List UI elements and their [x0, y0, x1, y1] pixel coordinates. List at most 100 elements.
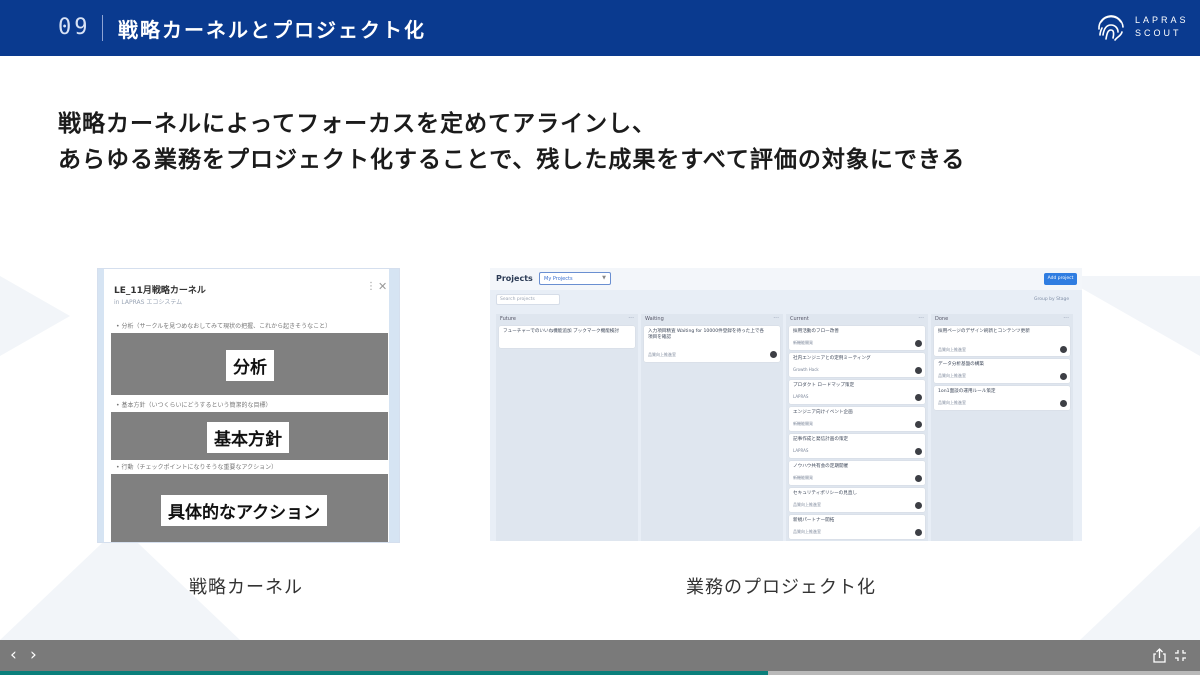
- next-slide-button[interactable]: ›: [30, 645, 37, 665]
- avatar: [1060, 346, 1067, 353]
- kernel-caption: 戦略カーネル: [189, 577, 303, 598]
- strategy-kernel-screenshot: LE_11月戦略カーネル in LAPRAS エコシステム ⋮ ✕ • 分析（サ…: [97, 268, 400, 543]
- logo-text: LAPRAS SCOUT: [1135, 14, 1189, 40]
- fullscreen-icon[interactable]: [1174, 649, 1187, 662]
- card-title: 1on1面談の運用ルール策定: [938, 389, 996, 394]
- logo-line-2: SCOUT: [1135, 28, 1182, 38]
- section-label-analysis: • 分析（サークルを見つめなおしてみて現状の把握、これから起きそうなこと）: [116, 323, 332, 330]
- card-meta: 新機能開発: [793, 475, 813, 480]
- project-card: 採用活動のフロー改善 新機能開発: [789, 326, 925, 350]
- logo-line-1: LAPRAS: [1135, 15, 1189, 25]
- project-card: 1on1面談の運用ルール策定 品質向上推進室: [934, 386, 1070, 410]
- action-tag: 具体的なアクション: [161, 495, 328, 526]
- slide-progress-bar[interactable]: [0, 671, 1200, 675]
- slide-title: 戦略カーネルとプロジェクト化: [118, 18, 426, 42]
- section-label-action: • 行動（チェックポイントになりそうな重要なアクション）: [116, 464, 278, 471]
- header-divider: [102, 15, 103, 41]
- card-meta: 品質向上推進室: [793, 529, 821, 534]
- card-title: 採用活動のフロー改善: [793, 329, 839, 334]
- kernel-doc-subtitle: in LAPRAS エコシステム: [114, 299, 183, 306]
- column-header: Waiting: [645, 316, 664, 322]
- project-card: 記事作成と発信計画の策定 LAPRAS: [789, 434, 925, 458]
- close-icon: ✕: [378, 280, 388, 293]
- project-filter-select: My Projects ▼: [539, 272, 611, 285]
- card-title: 新規パートナー開拓: [793, 518, 835, 523]
- avatar: [915, 475, 922, 482]
- card-meta: 品質向上推進室: [648, 352, 676, 357]
- card-title: プロダクト ロードマップ策定: [793, 383, 855, 388]
- card-title: 社内エンジニアとの定例ミーティング: [793, 356, 871, 361]
- more-icon: ···: [628, 315, 634, 322]
- headline: 戦略カーネルによってフォーカスを定めてアラインし、 あらゆる業務をプロジェクト化…: [58, 106, 965, 178]
- card-meta: 新機能開発: [793, 340, 813, 345]
- column-header: Current: [790, 316, 809, 322]
- share-icon[interactable]: [1152, 648, 1167, 663]
- card-title: 入力項目精査 Waiting for 10000件登録を待った上で各項目を確認: [648, 329, 765, 340]
- card-meta: LAPRAS: [793, 448, 809, 453]
- avatar: [915, 448, 922, 455]
- column-header: Done: [935, 316, 949, 322]
- analysis-block: 分析: [111, 333, 388, 395]
- avatar: [915, 421, 922, 428]
- screenshot-edge-right: [389, 269, 399, 542]
- column-header: Future: [500, 316, 516, 322]
- project-card: 入力項目精査 Waiting for 10000件登録を待った上で各項目を確認 …: [644, 326, 780, 362]
- card-title: セキュリティポリシーの見直し: [793, 491, 858, 496]
- slide-control-bar: ‹ ›: [0, 640, 1200, 675]
- card-meta: LAPRAS: [793, 394, 809, 399]
- analysis-tag: 分析: [226, 350, 274, 381]
- board-title: Projects: [496, 274, 533, 283]
- card-title: データ分析基盤の構築: [938, 362, 984, 367]
- project-filter-value: My Projects: [544, 276, 573, 282]
- card-title: 記事作成と発信計画の策定: [793, 437, 849, 442]
- card-title: 採用ページのデザイン刷新とコンテンツ更新: [938, 329, 1030, 334]
- card-title: ノウハウ共有会の定期開催: [793, 464, 849, 469]
- card-meta: Growth Hack: [793, 367, 819, 372]
- board-search-input: Search projects: [496, 294, 560, 305]
- add-project-button: Add project: [1044, 273, 1077, 285]
- card-title: エンジニア向けイベント企画: [793, 410, 853, 415]
- kernel-doc-title: LE_11月戦略カーネル: [114, 286, 206, 296]
- slide-progress-fill: [0, 671, 768, 675]
- action-block: 具体的なアクション: [111, 474, 388, 542]
- previous-slide-button[interactable]: ‹: [10, 645, 17, 665]
- project-card: データ分析基盤の構築 品質向上推進室: [934, 359, 1070, 383]
- section-label-policy: • 基本方針（いつくらいにどうするという簡潔的な目標）: [116, 402, 272, 409]
- avatar: [915, 340, 922, 347]
- avatar: [1060, 400, 1067, 407]
- project-card: 新規パートナー開拓 品質向上推進室: [789, 515, 925, 539]
- lapras-scout-logo: LAPRAS SCOUT: [1094, 10, 1186, 46]
- project-card: 採用ページのデザイン刷新とコンテンツ更新 品質向上推進室: [934, 326, 1070, 356]
- more-icon: ···: [773, 315, 779, 322]
- avatar: [915, 502, 922, 509]
- fingerprint-icon: [1098, 15, 1124, 41]
- screenshot-edge-left: [98, 269, 104, 542]
- headline-line-1: 戦略カーネルによってフォーカスを定めてアラインし、: [58, 111, 657, 137]
- project-card: プロダクト ロードマップ策定 LAPRAS: [789, 380, 925, 404]
- headline-line-2: あらゆる業務をプロジェクト化することで、残した成果をすべて評価の対象にできる: [58, 147, 966, 173]
- avatar: [770, 351, 777, 358]
- project-caption: 業務のプロジェクト化: [686, 577, 876, 598]
- board-column-waiting: Waiting ··· 入力項目精査 Waiting for 10000件登録を…: [641, 314, 783, 541]
- card-meta: 品質向上推進室: [938, 400, 966, 405]
- card-title: フューチャーでのいいね機能追加 ブックマーク機能検討: [503, 329, 619, 334]
- card-meta: 新機能開発: [793, 421, 813, 426]
- chevron-down-icon: ▼: [602, 275, 606, 281]
- slide-number: 09: [58, 15, 91, 40]
- policy-tag: 基本方針: [207, 422, 289, 453]
- card-meta: 品質向上推進室: [938, 373, 966, 378]
- project-card: ノウハウ共有会の定期開催 新機能開発: [789, 461, 925, 485]
- avatar: [915, 529, 922, 536]
- board-column-done: Done ··· 採用ページのデザイン刷新とコンテンツ更新 品質向上推進室 デー…: [931, 314, 1073, 541]
- board-column-current: Current ··· 採用活動のフロー改善 新機能開発 社内エンジニアとの定例…: [786, 314, 928, 541]
- group-by-label: Group by Stage: [1034, 297, 1070, 302]
- avatar: [915, 394, 922, 401]
- board-column-future: Future ··· フューチャーでのいいね機能追加 ブックマーク機能検討: [496, 314, 638, 541]
- avatar: [1060, 373, 1067, 380]
- project-card: エンジニア向けイベント企画 新機能開発: [789, 407, 925, 431]
- project-card: 社内エンジニアとの定例ミーティング Growth Hack: [789, 353, 925, 377]
- card-meta: 品質向上推進室: [938, 347, 966, 352]
- project-card: フューチャーでのいいね機能追加 ブックマーク機能検討: [499, 326, 635, 348]
- project-card: セキュリティポリシーの見直し 品質向上推進室: [789, 488, 925, 512]
- more-icon: ···: [1063, 315, 1069, 322]
